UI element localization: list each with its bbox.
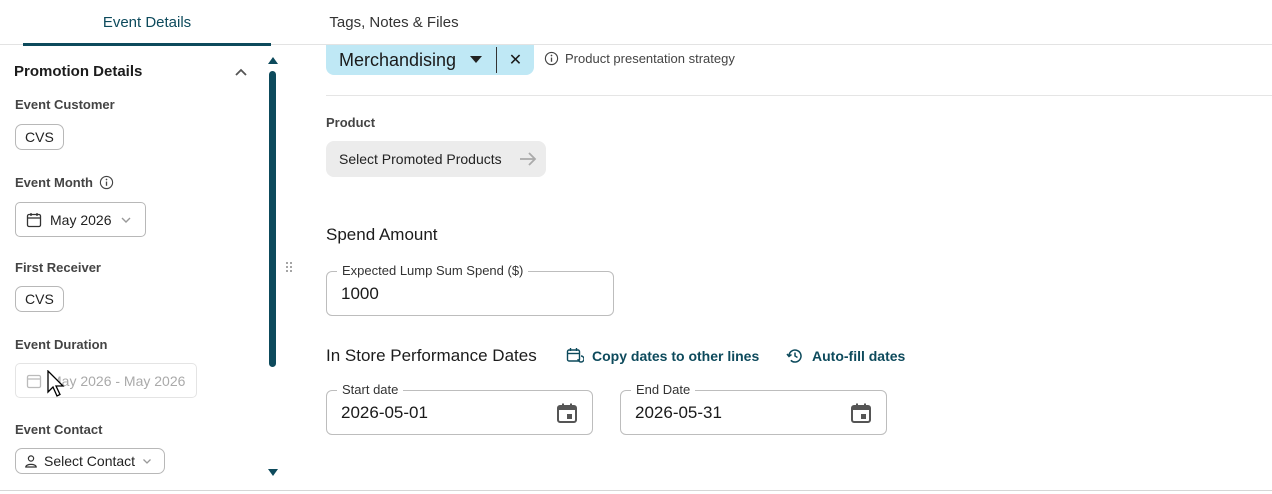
event-month-value: May 2026 xyxy=(50,211,112,228)
caret-down-icon xyxy=(470,56,483,63)
event-contact-select[interactable]: Select Contact xyxy=(15,448,165,474)
event-customer-chip[interactable]: CVS xyxy=(15,124,64,150)
tactic-value: Merchandising xyxy=(339,49,457,70)
chevron-down-icon xyxy=(121,217,131,223)
end-date-field[interactable]: End Date 2026-05-31 xyxy=(620,382,887,435)
calendar-icon xyxy=(26,374,42,388)
event-contact-label: Event Contact xyxy=(15,422,103,437)
clear-icon[interactable]: ✕ xyxy=(497,50,534,70)
start-date-value: 2026-05-01 xyxy=(341,403,428,422)
tactic-hint: Product presentation strategy xyxy=(544,51,735,66)
in-store-dates-heading: In Store Performance Dates xyxy=(326,346,537,365)
calendar-icon[interactable] xyxy=(556,402,578,424)
event-month-picker[interactable]: May 2026 xyxy=(15,202,146,237)
calendar-icon xyxy=(26,212,42,227)
end-date-value: 2026-05-31 xyxy=(635,403,722,422)
event-duration-picker: May 2026 - May 2026 xyxy=(15,363,197,398)
calendar-icon[interactable] xyxy=(850,402,872,424)
first-receiver-label: First Receiver xyxy=(15,260,101,275)
start-date-field[interactable]: Start date 2026-05-01 xyxy=(326,382,593,435)
info-icon[interactable] xyxy=(99,175,114,190)
tab-tags-notes-files[interactable]: Tags, Notes & Files xyxy=(300,0,488,44)
tactic-chip[interactable]: Merchandising ✕ xyxy=(326,45,534,75)
spend-amount-heading: Spend Amount xyxy=(326,225,438,244)
event-duration-value: May 2026 - May 2026 xyxy=(50,372,186,389)
section-header: Promotion Details xyxy=(14,63,249,80)
select-promoted-products-button[interactable]: Select Promoted Products xyxy=(326,141,546,177)
expected-spend-label: Expected Lump Sum Spend ($) xyxy=(337,263,529,278)
event-customer-label: Event Customer xyxy=(15,97,115,112)
copy-dates-link[interactable]: Copy dates to other lines xyxy=(566,347,759,365)
scroll-down-arrow[interactable] xyxy=(268,469,278,476)
event-duration-label: Event Duration xyxy=(15,337,108,352)
section-title: Promotion Details xyxy=(14,63,143,80)
person-icon xyxy=(25,455,37,468)
product-label: Product xyxy=(326,115,376,130)
end-date-label: End Date xyxy=(631,382,696,397)
event-month-label: Event Month xyxy=(15,175,114,190)
scroll-thumb[interactable] xyxy=(269,71,276,367)
expected-spend-value: 1000 xyxy=(341,284,379,303)
chevron-up-icon[interactable] xyxy=(233,64,249,80)
main-panel: Merchandising ✕ Product presentation str… xyxy=(326,45,1272,490)
arrow-right-icon xyxy=(520,152,537,166)
calendar-copy-icon xyxy=(566,348,584,363)
scroll-up-arrow[interactable] xyxy=(268,57,278,64)
mouse-cursor-icon xyxy=(47,370,65,397)
start-date-label: Start date xyxy=(337,382,404,397)
history-icon xyxy=(786,349,802,363)
first-receiver-chip[interactable]: CVS xyxy=(15,286,64,312)
tactic-select[interactable]: Merchandising xyxy=(326,50,496,71)
resize-handle-icon[interactable] xyxy=(285,261,293,273)
chevron-down-icon xyxy=(143,459,152,464)
event-contact-value: Select Contact xyxy=(44,453,136,469)
tab-bar: Event Details Tags, Notes & Files xyxy=(0,0,1272,46)
promotion-details-sidebar: Promotion Details Event Customer CVS Eve… xyxy=(0,45,282,490)
divider xyxy=(326,95,1272,96)
info-icon xyxy=(544,51,559,66)
auto-fill-dates-link[interactable]: Auto-fill dates xyxy=(786,347,905,365)
expected-spend-field[interactable]: Expected Lump Sum Spend ($) 1000 xyxy=(326,263,614,316)
sidebar-scrollbar[interactable] xyxy=(268,57,278,477)
tab-event-details[interactable]: Event Details xyxy=(23,0,271,46)
bottom-divider xyxy=(0,490,1272,491)
